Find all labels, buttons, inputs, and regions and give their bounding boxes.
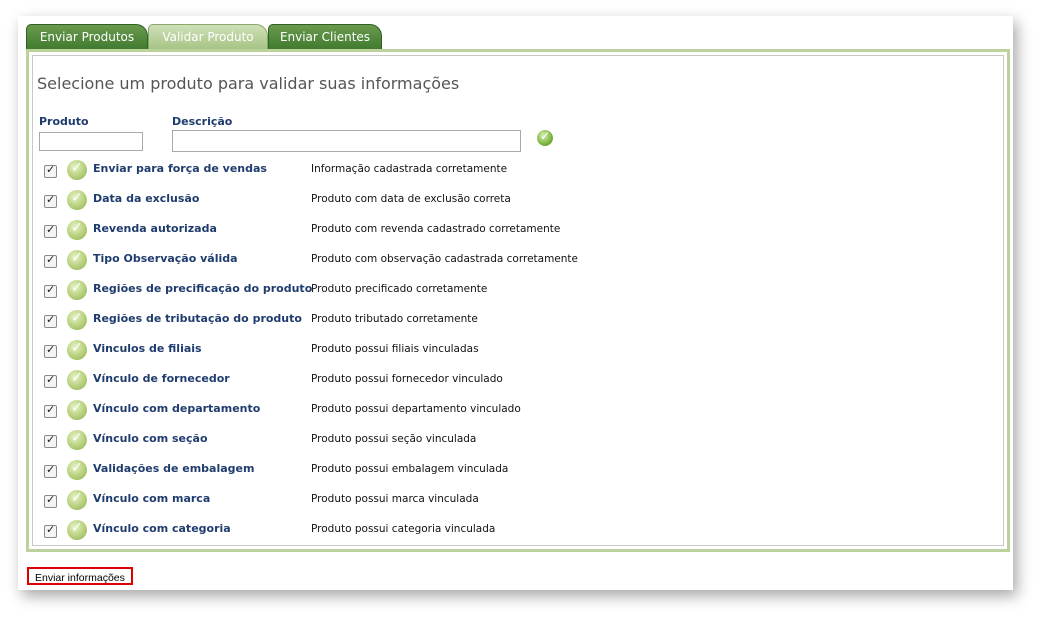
row-description: Produto com data de exclusão correta [311, 193, 511, 205]
list-item: Regiões de tributação do produto Produto … [40, 310, 640, 334]
check-circle-icon [67, 460, 87, 480]
send-info-button[interactable]: Enviar informações [27, 567, 133, 585]
row-description: Produto possui seção vinculada [311, 433, 477, 445]
row-checkbox[interactable] [44, 193, 57, 208]
row-description: Produto precificado corretamente [311, 283, 488, 295]
check-circle-icon [67, 490, 87, 510]
list-item: Vínculo com marca Produto possui marca vi… [40, 490, 640, 514]
tab-enviar-produtos[interactable]: Enviar Produtos [26, 24, 148, 50]
produto-label: Produto [39, 115, 89, 128]
row-label: Data da exclusão [93, 192, 200, 205]
check-circle-icon [67, 220, 87, 240]
row-checkbox[interactable] [44, 343, 57, 358]
row-description: Produto possui marca vinculada [311, 493, 479, 505]
row-description: Produto possui categoria vinculada [311, 523, 496, 535]
row-label: Tipo Observação válida [93, 252, 238, 265]
confirm-icon[interactable] [537, 129, 553, 146]
descricao-label: Descrição [172, 115, 233, 128]
check-circle-icon [67, 340, 87, 360]
descricao-input[interactable] [172, 130, 521, 152]
list-item: Revenda autorizada Produto com revenda ca… [40, 220, 640, 244]
list-item: Vínculo com seção Produto possui seção vi… [40, 430, 640, 454]
row-checkbox[interactable] [44, 163, 57, 178]
check-circle-icon [67, 400, 87, 420]
page-title: Selecione um produto para validar suas i… [37, 74, 460, 93]
row-label: Enviar para força de vendas [93, 162, 267, 175]
row-checkbox[interactable] [44, 403, 57, 418]
row-checkbox[interactable] [44, 253, 57, 268]
row-description: Produto possui filiais vinculadas [311, 343, 479, 355]
row-label: Vinculos de filiais [93, 342, 202, 355]
row-label: Validações de embalagem [93, 462, 255, 475]
check-circle-icon [67, 310, 87, 330]
check-circle-icon [67, 280, 87, 300]
row-checkbox[interactable] [44, 493, 57, 508]
tab-validar-produto[interactable]: Validar Produto [148, 24, 268, 50]
check-circle-icon [67, 190, 87, 210]
row-checkbox[interactable] [44, 223, 57, 238]
row-label: Vínculo com categoria [93, 522, 231, 535]
row-checkbox[interactable] [44, 373, 57, 388]
list-item: Validações de embalagem Produto possui em… [40, 460, 640, 484]
produto-input[interactable] [39, 132, 143, 151]
row-checkbox[interactable] [44, 283, 57, 298]
list-item: Vínculo com categoria Produto possui cate… [40, 520, 640, 544]
row-checkbox[interactable] [44, 463, 57, 478]
row-label: Revenda autorizada [93, 222, 217, 235]
row-description: Informação cadastrada corretamente [311, 163, 508, 175]
list-item: Enviar para força de vendas Informação ca… [40, 160, 640, 184]
list-item: Regiões de precificação do produtoProdut… [40, 280, 640, 304]
row-label: Vínculo de fornecedor [93, 372, 230, 385]
row-description: Produto possui fornecedor vinculado [311, 373, 503, 385]
row-checkbox[interactable] [44, 313, 57, 328]
check-circle-icon [67, 520, 87, 540]
row-label: Vínculo com seção [93, 432, 208, 445]
row-description: Produto possui embalagem vinculada [311, 463, 509, 475]
row-label: Vínculo com departamento [93, 402, 261, 415]
row-checkbox[interactable] [44, 523, 57, 538]
row-description: Produto possui departamento vinculado [311, 403, 521, 415]
check-circle-icon [67, 250, 87, 270]
list-item: Tipo Observação válida Produto com observ… [40, 250, 640, 274]
list-item: Vinculos de filiais Produto possui filiai… [40, 340, 640, 364]
check-circle-icon [67, 160, 87, 180]
row-description: Produto tributado corretamente [311, 313, 478, 325]
check-circle-icon [67, 370, 87, 390]
list-item: Vínculo com departamento Produto possui d… [40, 400, 640, 424]
row-description: Produto com revenda cadastrado corretame… [311, 223, 561, 235]
list-item: Vínculo de fornecedor Produto possui forn… [40, 370, 640, 394]
row-label: Vínculo com marca [93, 492, 211, 505]
row-description: Produto com observação cadastrada corret… [311, 253, 579, 265]
row-checkbox[interactable] [44, 433, 57, 448]
row-label: Regiões de tributação do produto [93, 312, 302, 325]
list-item: Data da exclusão Produto com data de excl… [40, 190, 640, 214]
check-circle-icon [67, 430, 87, 450]
tab-enviar-clientes[interactable]: Enviar Clientes [268, 24, 382, 50]
row-label: Regiões de precificação do produto [93, 282, 313, 295]
